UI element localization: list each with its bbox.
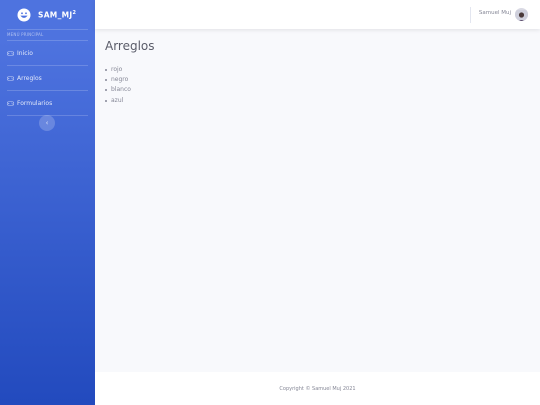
user-avatar-icon (515, 10, 528, 21)
brand-name: SAM_MJ2 (38, 10, 76, 20)
bullet-icon (105, 69, 107, 71)
main-content: Arreglos rojo negro blanco azul (95, 29, 540, 372)
list-item-text: negro (111, 76, 129, 84)
sidebar: SAM_MJ2 MENÚ PRINCIPAL Inicio Arreglos F… (0, 0, 95, 405)
sidebar-item-arreglos[interactable]: Arreglos (0, 66, 95, 90)
list-item: blanco (105, 85, 131, 95)
color-list: rojo negro blanco azul (105, 65, 131, 106)
gamepad-icon (7, 50, 14, 56)
sidebar-heading: MENÚ PRINCIPAL (7, 32, 44, 37)
bullet-icon (105, 89, 107, 92)
sidebar-item-formularios[interactable]: Formularios (0, 91, 95, 115)
sidebar-toggle-button[interactable]: ‹ (39, 115, 55, 131)
topbar-divider (470, 7, 471, 23)
avatar[interactable] (515, 8, 528, 21)
brand-name-text: SAM_MJ (38, 10, 73, 20)
sidebar-item-label: Formularios (17, 99, 53, 107)
list-item: rojo (105, 65, 131, 75)
sidebar-item-label: Inicio (17, 49, 33, 57)
list-item-text: azul (111, 96, 124, 104)
page-title: Arreglos (105, 39, 155, 53)
laugh-icon (17, 8, 31, 22)
gamepad-icon (7, 100, 14, 106)
bullet-icon (105, 99, 107, 102)
brand-superscript: 2 (72, 9, 77, 16)
list-item-text: blanco (111, 86, 131, 94)
topbar: Samuel Muj (95, 0, 540, 29)
list-item: azul (105, 96, 131, 106)
list-item-text: rojo (111, 66, 123, 73)
sidebar-item-inicio[interactable]: Inicio (0, 41, 95, 65)
gamepad-icon (7, 75, 14, 81)
user-name[interactable]: Samuel Muj (479, 10, 511, 16)
app-root: SAM_MJ2 MENÚ PRINCIPAL Inicio Arreglos F… (0, 0, 540, 405)
chevron-left-icon: ‹ (45, 118, 49, 127)
footer: Copyright © Samuel Muj 2021 (95, 372, 540, 405)
bullet-icon (105, 79, 107, 82)
sidebar-brand[interactable]: SAM_MJ2 (0, 0, 95, 29)
sidebar-item-label: Arreglos (17, 74, 42, 82)
footer-copyright: Copyright © Samuel Muj 2021 (279, 385, 356, 392)
list-item: negro (105, 75, 131, 85)
